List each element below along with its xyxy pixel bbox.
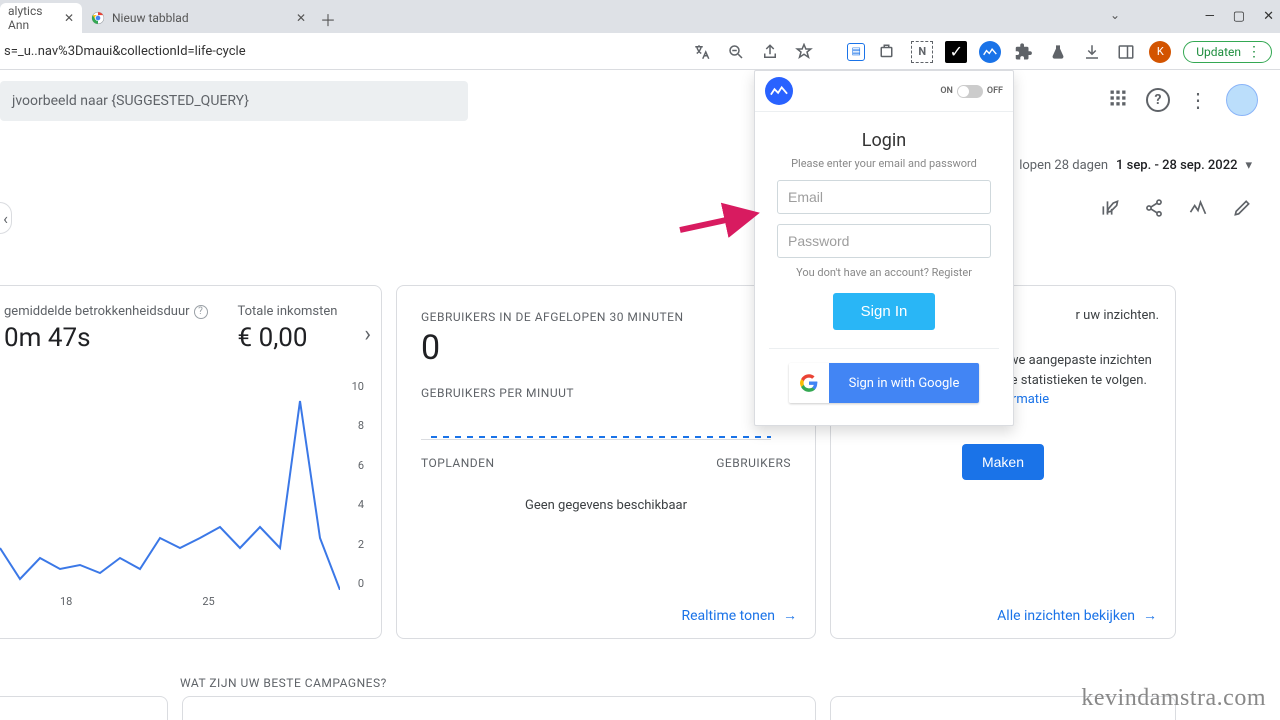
extension-logo-icon bbox=[765, 77, 793, 105]
google-icon bbox=[789, 363, 829, 403]
labs-icon[interactable] bbox=[1047, 41, 1069, 63]
x-tick: 25 bbox=[202, 595, 214, 608]
minimize-icon[interactable]: — bbox=[1205, 9, 1215, 24]
help-icon[interactable]: ? bbox=[194, 305, 208, 319]
google-signin-label: Sign in with Google bbox=[829, 363, 979, 403]
chart-edit-icon[interactable] bbox=[1100, 198, 1120, 222]
email-field[interactable] bbox=[777, 180, 991, 214]
extensions-icon[interactable] bbox=[1013, 41, 1035, 63]
section-title: WAT ZIJN UW BESTE CAMPAGNES? bbox=[180, 676, 387, 690]
realtime-link[interactable]: Realtime tonen → bbox=[681, 607, 797, 624]
translate-icon[interactable] bbox=[691, 41, 713, 63]
metric-value: € 0,00 bbox=[238, 323, 338, 353]
extension-icon[interactable]: ▤ bbox=[847, 43, 865, 61]
login-title: Login bbox=[755, 130, 1013, 151]
login-hint: Please enter your email and password bbox=[755, 157, 1013, 170]
create-button[interactable]: Maken bbox=[962, 444, 1044, 480]
all-insights-link[interactable]: Alle inzichten bekijken → bbox=[997, 607, 1157, 624]
arrow-right-icon: → bbox=[783, 607, 797, 624]
chrome-icon bbox=[90, 10, 106, 26]
password-field[interactable] bbox=[777, 224, 991, 258]
downloads-icon[interactable] bbox=[1081, 41, 1103, 63]
help-icon[interactable]: ? bbox=[1146, 88, 1170, 112]
watermark: kevindamstra.com bbox=[1081, 685, 1266, 712]
close-icon[interactable]: ✕ bbox=[296, 11, 306, 25]
date-range-picker[interactable]: lopen 28 dagen 1 sep. - 28 sep. 2022 ▾ bbox=[1019, 158, 1252, 173]
tabs-dropdown-icon[interactable]: ⌄ bbox=[1110, 8, 1120, 22]
address-bar[interactable]: s=_u..nav%3Dmaui&collectionId=life-cycle bbox=[0, 44, 246, 59]
realtime-title: GEBRUIKERS IN DE AFGELOPEN 30 MINUTEN bbox=[421, 310, 791, 324]
metric-label: Totale inkomsten bbox=[238, 304, 338, 319]
maximize-icon[interactable]: ▢ bbox=[1233, 9, 1245, 24]
sidepanel-icon[interactable] bbox=[1115, 41, 1137, 63]
bookmark-icon[interactable] bbox=[793, 41, 815, 63]
close-icon[interactable]: ✕ bbox=[64, 11, 74, 25]
update-label: Updaten bbox=[1196, 45, 1241, 59]
prev-button[interactable]: ‹ bbox=[0, 202, 12, 234]
realtime-card: GEBRUIKERS IN DE AFGELOPEN 30 MINUTEN 0 … bbox=[396, 285, 816, 639]
campaign-card bbox=[0, 696, 168, 720]
browser-tab-1[interactable]: alytics Ann ✕ bbox=[0, 3, 82, 33]
close-window-icon[interactable]: ✕ bbox=[1263, 9, 1274, 24]
extension-icon[interactable] bbox=[877, 41, 899, 63]
profile-avatar[interactable]: K bbox=[1149, 41, 1171, 63]
col-header: GEBRUIKERS bbox=[716, 456, 791, 470]
realtime-value: 0 bbox=[421, 328, 791, 368]
share-icon[interactable] bbox=[759, 41, 781, 63]
update-button[interactable]: Updaten ⋮ bbox=[1183, 41, 1272, 63]
engagement-card: gemiddelde betrokkenheidsduur ? 0m 47s T… bbox=[0, 285, 382, 639]
toggle-switch bbox=[957, 85, 983, 98]
metric-label: gemiddelde betrokkenheidsduur ? bbox=[4, 304, 208, 319]
campaign-card bbox=[182, 696, 816, 720]
edit-icon[interactable] bbox=[1232, 198, 1252, 222]
google-signin-button[interactable]: Sign in with Google bbox=[789, 363, 979, 403]
annotation-arrow bbox=[676, 202, 766, 242]
no-data-label: Geen gegevens beschikbaar bbox=[421, 498, 791, 513]
signin-button[interactable]: Sign In bbox=[833, 293, 936, 330]
date-prefix: lopen 28 dagen bbox=[1019, 158, 1108, 173]
browser-tab-2[interactable]: Nieuw tabblad ✕ bbox=[82, 3, 314, 33]
extension-icon[interactable]: ✓ bbox=[945, 41, 967, 63]
chevron-right-icon[interactable]: › bbox=[364, 322, 371, 347]
annotations-extension-icon[interactable] bbox=[979, 41, 1001, 63]
menu-icon[interactable]: ⋮ bbox=[1188, 90, 1208, 110]
tab-title: alytics Ann bbox=[8, 4, 58, 32]
kebab-icon: ⋮ bbox=[1247, 45, 1261, 59]
line-chart: 1086420 18 25 bbox=[0, 380, 368, 590]
apps-icon[interactable] bbox=[1108, 88, 1128, 112]
register-link[interactable]: You don't have an account? Register bbox=[755, 266, 1013, 279]
extension-login-popup: ON OFF Login Please enter your email and… bbox=[754, 70, 1014, 426]
notion-icon[interactable]: N bbox=[911, 41, 933, 63]
new-tab-button[interactable]: ＋ bbox=[314, 5, 342, 33]
insights-icon[interactable] bbox=[1188, 198, 1208, 222]
arrow-right-icon: → bbox=[1143, 607, 1157, 624]
user-avatar[interactable] bbox=[1226, 84, 1258, 116]
search-input[interactable]: jvoorbeeld naar {SUGGESTED_QUERY} bbox=[0, 81, 468, 121]
search-placeholder: jvoorbeeld naar {SUGGESTED_QUERY} bbox=[12, 93, 249, 109]
metric-value: 0m 47s bbox=[4, 323, 208, 353]
chevron-down-icon: ▾ bbox=[1245, 158, 1252, 173]
x-tick: 18 bbox=[60, 595, 72, 608]
zoom-icon[interactable] bbox=[725, 41, 747, 63]
extension-toggle[interactable]: ON OFF bbox=[940, 85, 1003, 98]
col-header: TOPLANDEN bbox=[421, 456, 495, 470]
tab-title: Nieuw tabblad bbox=[112, 11, 189, 25]
sparkline bbox=[421, 410, 771, 440]
realtime-sub: GEBRUIKERS PER MINUUT bbox=[421, 386, 791, 400]
date-range: 1 sep. - 28 sep. 2022 bbox=[1116, 158, 1237, 173]
share-icon[interactable] bbox=[1144, 198, 1164, 222]
